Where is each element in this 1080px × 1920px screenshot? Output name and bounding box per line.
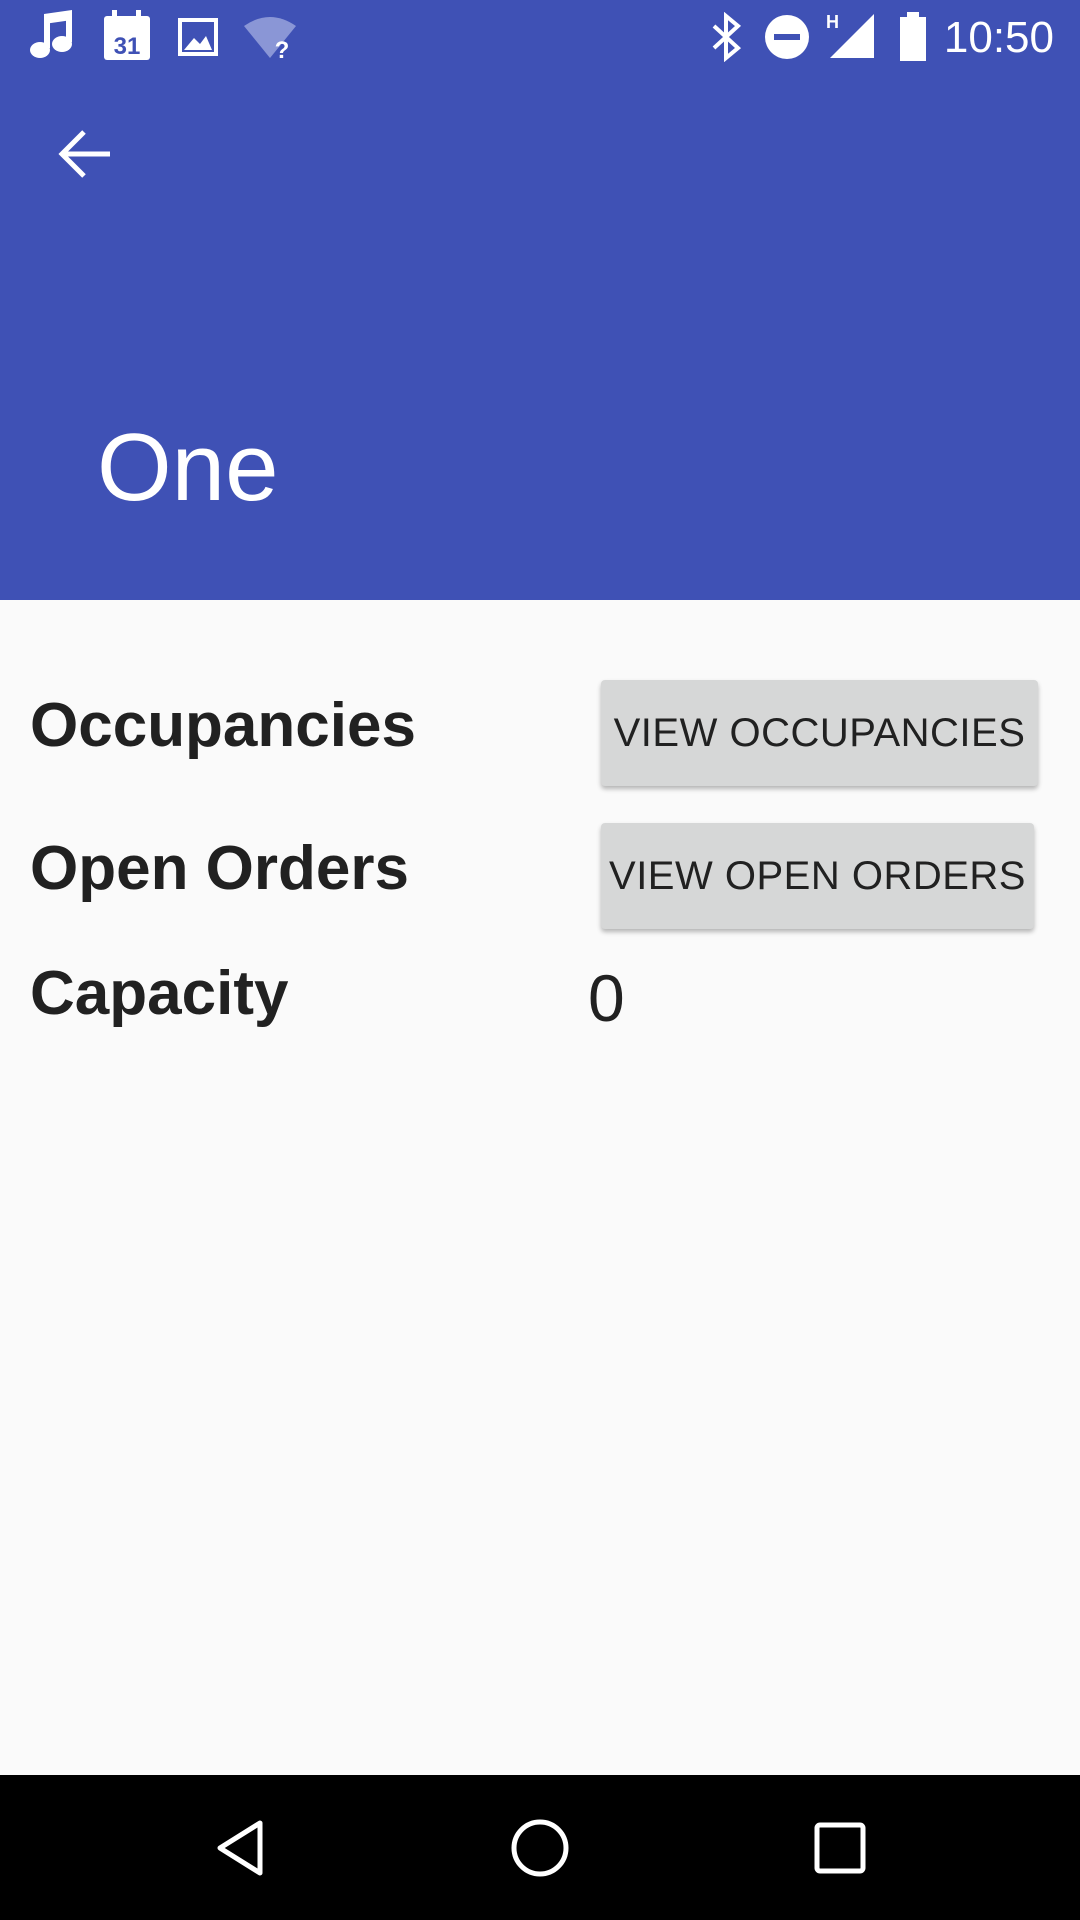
signal-icon: H bbox=[824, 12, 876, 67]
status-bar: 31 ? H 10:50 bbox=[0, 0, 1080, 75]
open-orders-label: Open Orders bbox=[30, 834, 409, 903]
home-circle-icon[interactable] bbox=[505, 1813, 575, 1883]
arrow-back-icon bbox=[58, 129, 112, 184]
view-open-orders-button[interactable]: VIEW OPEN ORDERS bbox=[601, 823, 1034, 929]
svg-text:31: 31 bbox=[114, 33, 141, 60]
wifi-unknown-icon: ? bbox=[242, 16, 298, 65]
back-button[interactable] bbox=[44, 115, 126, 197]
bluetooth-icon bbox=[710, 11, 744, 67]
capacity-value: 0 bbox=[588, 961, 625, 1035]
music-note-icon bbox=[28, 10, 78, 67]
occupancies-label: Occupancies bbox=[30, 691, 416, 760]
capacity-label: Capacity bbox=[30, 959, 289, 1028]
back-triangle-icon[interactable] bbox=[206, 1813, 276, 1883]
page-title: One bbox=[97, 414, 279, 521]
recents-square-icon[interactable] bbox=[805, 1813, 875, 1883]
view-occupancies-button[interactable]: VIEW OCCUPANCIES bbox=[601, 680, 1038, 786]
svg-text:H: H bbox=[826, 12, 839, 32]
battery-icon bbox=[898, 12, 928, 67]
status-time: 10:50 bbox=[943, 13, 1054, 62]
navigation-bar bbox=[0, 1775, 1080, 1920]
calendar-icon: 31 bbox=[102, 10, 152, 67]
app-bar: 31 ? H 10:50 One bbox=[0, 0, 1080, 600]
do-not-disturb-icon bbox=[764, 14, 810, 65]
svg-text:?: ? bbox=[275, 37, 290, 60]
image-icon bbox=[178, 18, 218, 61]
